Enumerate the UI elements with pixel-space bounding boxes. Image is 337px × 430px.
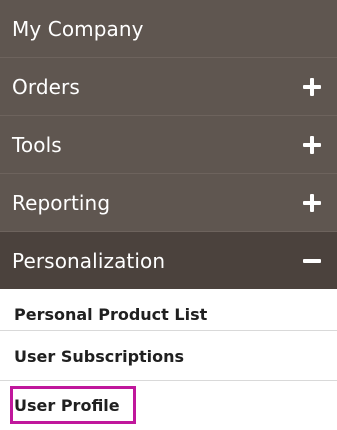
menu-item-label: Reporting <box>12 190 111 215</box>
plus-icon[interactable] <box>303 193 321 212</box>
menu-item-label: Personalization <box>12 248 166 273</box>
menu-item-tools[interactable]: Tools <box>0 116 337 173</box>
menu-title[interactable]: My Company <box>0 0 337 57</box>
menu-item-label: Orders <box>12 74 80 99</box>
minus-icon[interactable] <box>303 258 321 263</box>
menu-item-personalization[interactable]: Personalization <box>0 232 337 289</box>
plus-icon[interactable] <box>303 135 321 154</box>
submenu-item-label: User Subscriptions <box>14 347 185 366</box>
submenu-item-user-profile[interactable]: User Profile <box>0 381 337 430</box>
submenu-item-user-subscriptions[interactable]: User Subscriptions <box>0 331 337 382</box>
menu-item-orders[interactable]: Orders <box>0 58 337 115</box>
menu-item-reporting[interactable]: Reporting <box>0 174 337 231</box>
menu-item-label: Tools <box>12 132 62 157</box>
menu-title-label: My Company <box>12 16 144 41</box>
plus-icon[interactable] <box>303 77 321 96</box>
submenu-item-label: Personal Product List <box>14 305 208 324</box>
submenu-item-label: User Profile <box>14 396 120 415</box>
account-menu: My Company Orders Tools Reporting Person… <box>0 0 337 430</box>
